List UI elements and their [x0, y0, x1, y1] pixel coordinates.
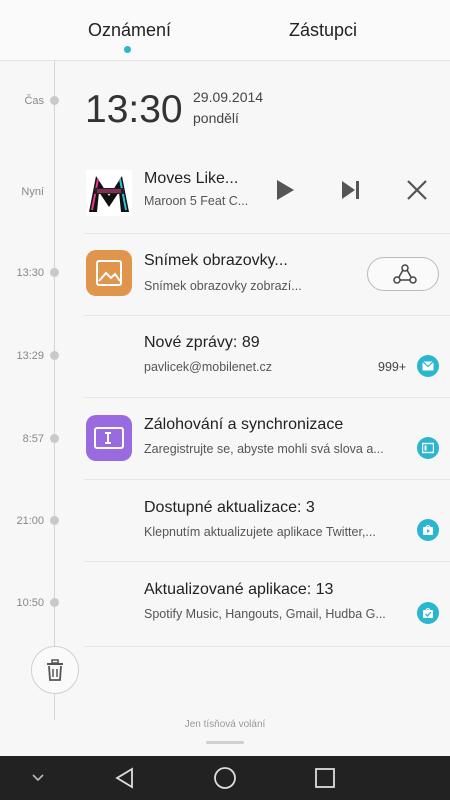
share-button[interactable]	[367, 257, 439, 291]
notification-title: Snímek obrazovky...	[144, 252, 288, 269]
timeline-dot	[50, 434, 59, 443]
timeline-dot	[50, 598, 59, 607]
timeline-label: 8:57	[22, 433, 44, 445]
timeline-label: Čas	[24, 95, 44, 107]
timeline-label: 10:50	[16, 597, 44, 609]
notification-backup[interactable]	[84, 397, 450, 480]
emergency-calls-text: Jen tísňová volání	[184, 719, 266, 730]
home-icon[interactable]	[213, 766, 237, 795]
timeline-dot	[50, 516, 59, 525]
timeline-dot	[50, 268, 59, 277]
backup-icon	[417, 437, 439, 459]
notification-subtitle: Snímek obrazovky zobrazí...	[144, 279, 302, 293]
share-icon	[393, 264, 417, 284]
notification-subtitle: pavlicek@mobilenet.cz	[144, 360, 273, 374]
timeline-label: 21:00	[16, 515, 44, 527]
timeline-label: 13:30	[16, 267, 44, 279]
music-artist: Maroon 5 Feat C...	[144, 194, 249, 208]
notification-subtitle: Klepnutím aktualizujete aplikace Twitter…	[144, 525, 376, 539]
notification-title: Dostupné aktualizace: 3	[144, 499, 315, 516]
clock-day: pondělí	[193, 110, 239, 126]
clock-time: 13:30	[85, 88, 183, 131]
timeline-label: 13:29	[16, 350, 44, 362]
notification-updates[interactable]	[84, 479, 450, 562]
mail-icon	[417, 355, 439, 377]
tab-shortcuts[interactable]: Zástupci	[289, 20, 357, 41]
album-art	[86, 170, 132, 216]
store-icon	[417, 602, 439, 624]
close-icon[interactable]	[406, 179, 428, 206]
recents-icon[interactable]	[314, 767, 336, 794]
active-tab-indicator	[124, 46, 131, 53]
clock-date: 29.09.2014	[193, 89, 264, 105]
image-icon	[86, 250, 132, 296]
notification-updated-apps[interactable]	[84, 561, 450, 647]
drag-handle[interactable]	[206, 741, 244, 744]
back-icon[interactable]	[113, 766, 137, 795]
store-icon	[417, 519, 439, 541]
trash-icon	[47, 659, 63, 681]
backup-app-icon	[86, 415, 132, 461]
notification-title: Nové zprávy: 89	[144, 334, 260, 351]
timeline-dot	[50, 96, 59, 105]
notification-title: Zálohování a synchronizace	[144, 416, 344, 433]
timeline-label: Nyní	[21, 186, 44, 198]
navigation-bar	[0, 756, 450, 800]
music-title: Moves Like...	[144, 170, 239, 187]
chevron-down-icon[interactable]	[30, 770, 46, 791]
notification-mail[interactable]	[84, 315, 450, 398]
tab-notifications[interactable]: Oznámení	[88, 20, 171, 41]
tab-bar: Oznámení Zástupci	[0, 0, 450, 61]
notification-subtitle: Spotify Music, Hangouts, Gmail, Hudba G.…	[144, 607, 386, 621]
mail-count: 999+	[378, 360, 407, 374]
timeline-dot	[50, 351, 59, 360]
notification-title: Aktualizované aplikace: 13	[144, 581, 334, 598]
clear-all-button[interactable]	[31, 646, 79, 694]
timeline-line	[54, 60, 55, 720]
play-icon[interactable]	[274, 178, 296, 207]
notification-subtitle: Zaregistrujte se, abyste mohli svá slova…	[144, 442, 384, 456]
next-icon[interactable]	[340, 179, 362, 206]
